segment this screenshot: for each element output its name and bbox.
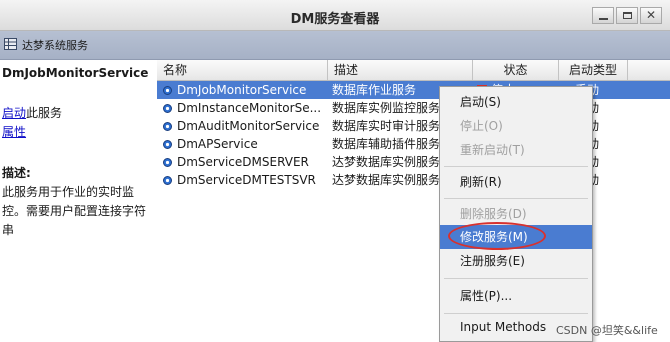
properties-line: 属性 (2, 123, 26, 140)
table-row[interactable]: DmServiceDMSERVER 达梦数据库实例服务 自动 (157, 153, 670, 171)
service-name-cell: DmAuditMonitorService (177, 119, 320, 133)
menu-item-properties[interactable]: 属性(P)... (440, 284, 592, 308)
service-details-panel: DmJobMonitorService 启动此服务 属性 描述: 此服务用于作业… (0, 60, 156, 342)
close-button[interactable]: ✕ (640, 7, 662, 24)
service-gear-icon (163, 86, 172, 95)
services-table: 名称 描述 状态 启动类型 DmJobMonitorService 数据库作业服… (157, 60, 670, 342)
column-header-status[interactable]: 状态 (473, 60, 559, 80)
table-row[interactable]: DmJobMonitorService 数据库作业服务 停止 手动 (157, 81, 670, 99)
title-bar: DM服务查看器 ✕ (0, 0, 670, 31)
service-gear-icon (163, 122, 172, 131)
table-row[interactable]: DmServiceDMTESTSVR 达梦数据库实例服务 自动 (157, 171, 670, 189)
menu-separator (444, 313, 588, 314)
start-service-suffix: 此服务 (26, 106, 63, 120)
description-text: 此服务用于作业的实时监控。需要用户配置连接字符串 (2, 185, 147, 237)
service-gear-icon (163, 158, 172, 167)
minimize-icon (599, 18, 608, 20)
menu-item-restart[interactable]: 重新启动(T) (440, 138, 592, 162)
minimize-button[interactable] (592, 7, 614, 24)
menu-separator (444, 166, 588, 167)
close-icon: ✕ (645, 8, 657, 22)
service-name-cell: DmServiceDMTESTSVR (177, 173, 316, 187)
description-title: 描述: (2, 166, 31, 180)
start-service-line: 启动此服务 (2, 104, 62, 121)
service-name-cell: DmServiceDMSERVER (177, 155, 309, 169)
window-title: DM服务查看器 (290, 12, 380, 27)
column-header-start-type[interactable]: 启动类型 (559, 60, 628, 80)
menu-item-refresh[interactable]: 刷新(R) (440, 170, 592, 194)
watermark-text: CSDN @坦笑&&life (556, 324, 658, 337)
maximize-icon (623, 12, 632, 19)
table-header: 名称 描述 状态 启动类型 (157, 60, 670, 81)
service-gear-icon (163, 176, 172, 185)
service-gear-icon (163, 104, 172, 113)
table-row[interactable]: DmInstanceMonitorSe... 数据库实例监控服务 手动 (157, 99, 670, 117)
service-name-cell: DmInstanceMonitorSe... (177, 101, 322, 115)
column-header-name[interactable]: 名称 (157, 60, 328, 80)
maximize-button[interactable] (616, 7, 638, 24)
menu-separator (444, 198, 588, 199)
window-controls: ✕ (590, 7, 662, 24)
service-gear-icon (163, 140, 172, 149)
service-context-menu: 启动(S) 停止(O) 重新启动(T) 刷新(R) 删除服务(D) 修改服务(M… (439, 86, 593, 342)
toolbar-system-services[interactable]: 达梦系统服务 (22, 37, 88, 53)
table-row[interactable]: DmAPService 数据库辅助插件服务 手动 (157, 135, 670, 153)
service-name-cell: DmAPService (177, 137, 258, 151)
menu-item-stop[interactable]: 停止(O) (440, 114, 592, 138)
toolbar: 达梦系统服务 (0, 31, 670, 60)
selected-service-name: DmJobMonitorService (2, 66, 149, 80)
service-name-cell: DmJobMonitorService (177, 83, 307, 97)
column-header-description[interactable]: 描述 (328, 60, 473, 80)
properties-link[interactable]: 属性 (2, 125, 26, 139)
grid-icon (4, 38, 17, 50)
menu-item-register-service[interactable]: 注册服务(E) (440, 249, 592, 273)
start-service-link[interactable]: 启动 (2, 106, 26, 120)
menu-item-start[interactable]: 启动(S) (440, 90, 592, 114)
table-row[interactable]: DmAuditMonitorService 数据库实时审计服务 手动 (157, 117, 670, 135)
menu-separator (444, 278, 588, 279)
annotation-ring (448, 222, 546, 250)
